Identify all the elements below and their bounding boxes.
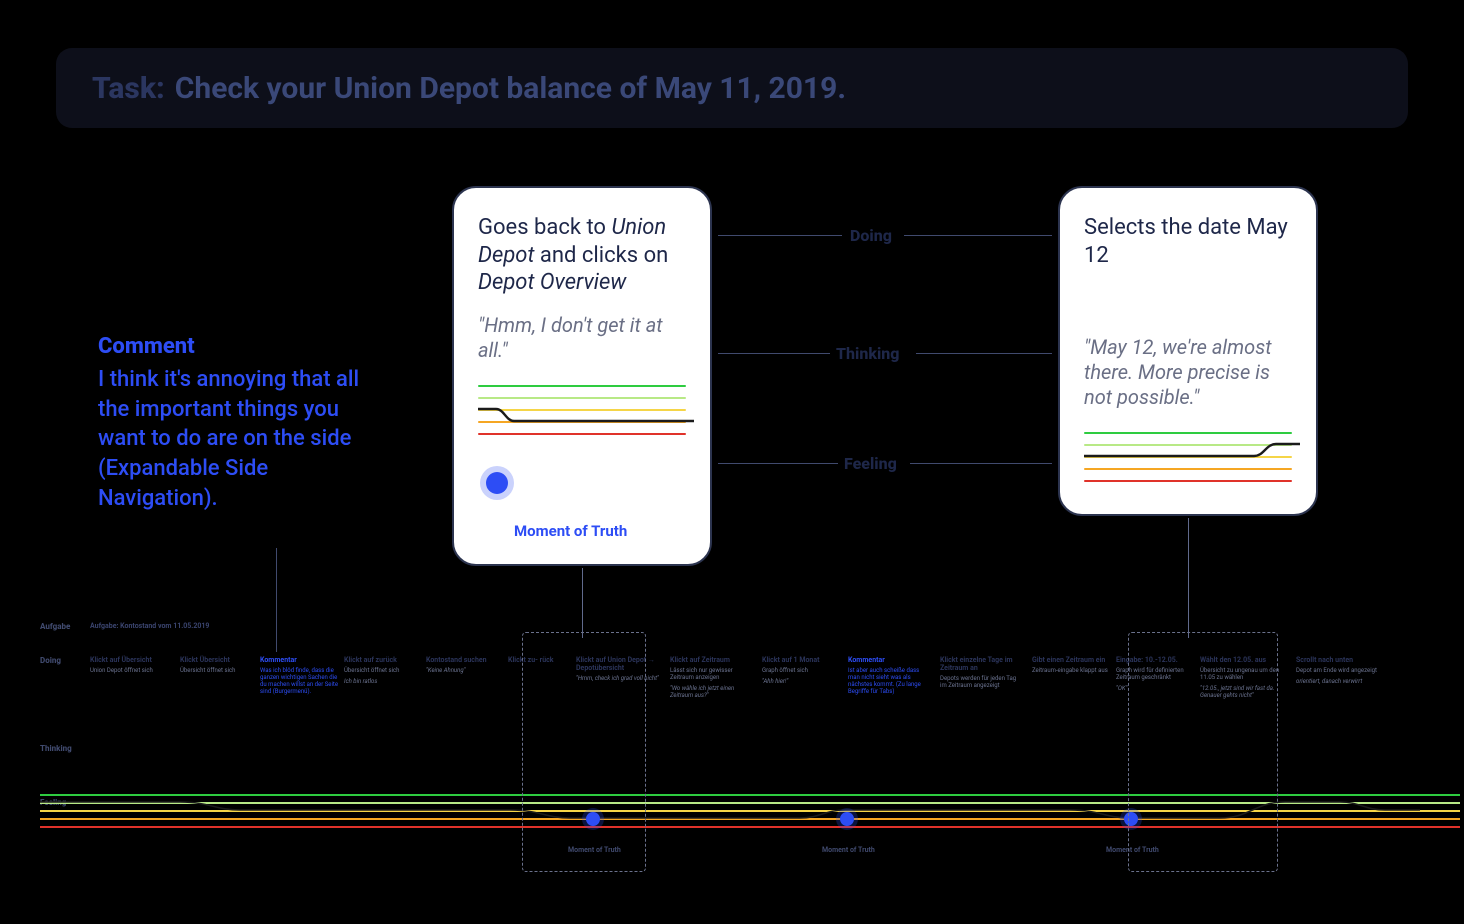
mini-task-text: Aufgabe: Kontostand vom 11.05.2019 [90,622,209,630]
card-b-doing: Selects the date May 12 [1084,214,1292,269]
mini-step-1: Klickt Übersicht Übersicht öffnet sich [180,656,264,675]
moment-label-a: Moment of Truth [514,522,627,540]
mini-step-11: Gibt einen Zeitraum ein Zeitraum-eingabe … [1032,656,1116,675]
zoom-line-a [582,568,583,638]
mini-step-doing: Klickt Übersicht [180,656,264,664]
mini-step-9: Kommentar Ist aber auch scheiße dass man … [848,656,932,696]
journey-card-b: Selects the date May 12 "May 12, we're a… [1058,186,1318,516]
zoom-highlight-b [1128,632,1278,872]
mini-step-thinking: Ich bin ratlos [344,679,428,686]
mini-step-7: Klickt auf Zeitraum Lässt sich nur gewiss… [670,656,754,700]
mini-step-sub: Zeitraum-eingabe klappt aus [1032,668,1116,675]
mini-step-doing: Kontostand suchen [426,656,510,664]
moment-dot-a [486,472,508,494]
mini-step-sub: Graph öffnet sich [762,668,846,675]
card-a-thinking: "Hmm, I don't get it at all." [478,313,686,363]
row-label-feeling: Feeling [844,454,897,473]
mini-step-thinking: orientiert, danach verwirrt [1296,679,1380,686]
task-text: Check your Union Depot balance of May 11… [175,71,846,106]
mini-step-doing: Klickt auf 1 Monat [762,656,846,664]
card-a-feeling [478,385,686,449]
task-label: Task: [92,71,165,106]
mini-label-aufgabe: Aufgabe [40,622,70,631]
mini-step-sub: Ist aber auch scheiße dass man nicht sie… [848,668,932,696]
connector-doing-r [904,235,1052,236]
card-a-doing: Goes back to Union Depot and clicks on D… [478,214,686,297]
comment-callout: Comment I think it's annoying that all t… [98,334,378,513]
mini-step-14: Scrollt nach unten Depot am Ende wird ang… [1296,656,1380,686]
row-label-thinking: Thinking [836,344,899,363]
mini-step-doing: Klickt auf Zeitraum [670,656,754,664]
mini-step-doing: Klickt auf Übersicht [90,656,174,664]
mini-step-8: Klickt auf 1 Monat Graph öffnet sich "Ahh … [762,656,846,686]
connector-doing-l [718,235,842,236]
mini-step-10: Klickt einzelne Tage im Zeitraum an Depot… [940,656,1024,690]
mini-step-doing: Kommentar [260,656,344,664]
mini-step-0: Klickt auf Übersicht Union Depot öffnet s… [90,656,174,675]
mini-step-sub: Lässt sich nur gewisser Zeitraum anzeige… [670,668,754,682]
mini-step-2: Kommentar Was ich blöd finde, dass die ga… [260,656,344,696]
mini-step-sub: Depot am Ende wird angezeigt [1296,668,1380,675]
mini-step-doing: Scrollt nach unten [1296,656,1380,664]
task-bar: Task: Check your Union Depot balance of … [56,48,1408,128]
zoom-highlight-a [522,632,646,872]
mini-step-4: Kontostand suchen "Keine Ahnung" [426,656,510,675]
mini-step-thinking: "Wo wähle ich jetzt einen Zeitraum aus?" [670,686,754,700]
connector-feeling-l [718,463,838,464]
journey-card-a: Goes back to Union Depot and clicks on D… [452,186,712,566]
mini-step-sub: Union Depot öffnet sich [90,668,174,675]
mini-step-doing: Kommentar [848,656,932,664]
mini-step-thinking: "Ahh hier!" [762,679,846,686]
mini-step-doing: Klickt einzelne Tage im Zeitraum an [940,656,1024,672]
zoom-line-b [1188,518,1189,638]
mini-step-doing: Klickt auf zurück [344,656,428,664]
mini-journey-map: Aufgabe Doing Thinking Feeling Aufgabe: … [40,636,1440,918]
card-b-feeling [1084,432,1292,496]
connector-thinking-r [916,353,1052,354]
connector-thinking-l [718,353,830,354]
mini-step-sub: Übersicht öffnet sich [344,668,428,675]
mini-step-thinking: "Keine Ahnung" [426,668,510,675]
mini-moment-dot-1 [840,812,854,826]
mini-step-doing: Gibt einen Zeitraum ein [1032,656,1116,664]
mini-moment-label-1: Moment of Truth [822,846,875,854]
mini-step-sub: Übersicht öffnet sich [180,668,264,675]
mini-step-sub: Was ich blöd finde, dass die ganzen wich… [260,668,344,696]
mini-step-sub: Depots werden für jeden Tag im Zeitraum … [940,676,1024,690]
row-label-doing: Doing [850,226,892,245]
connector-feeling-r [910,463,1052,464]
comment-heading: Comment [98,334,378,359]
card-b-thinking: "May 12, we're almost there. More precis… [1084,335,1292,410]
mini-step-3: Klickt auf zurück Übersicht öffnet sich Ic… [344,656,428,686]
comment-body: I think it's annoying that all the impor… [98,365,378,513]
